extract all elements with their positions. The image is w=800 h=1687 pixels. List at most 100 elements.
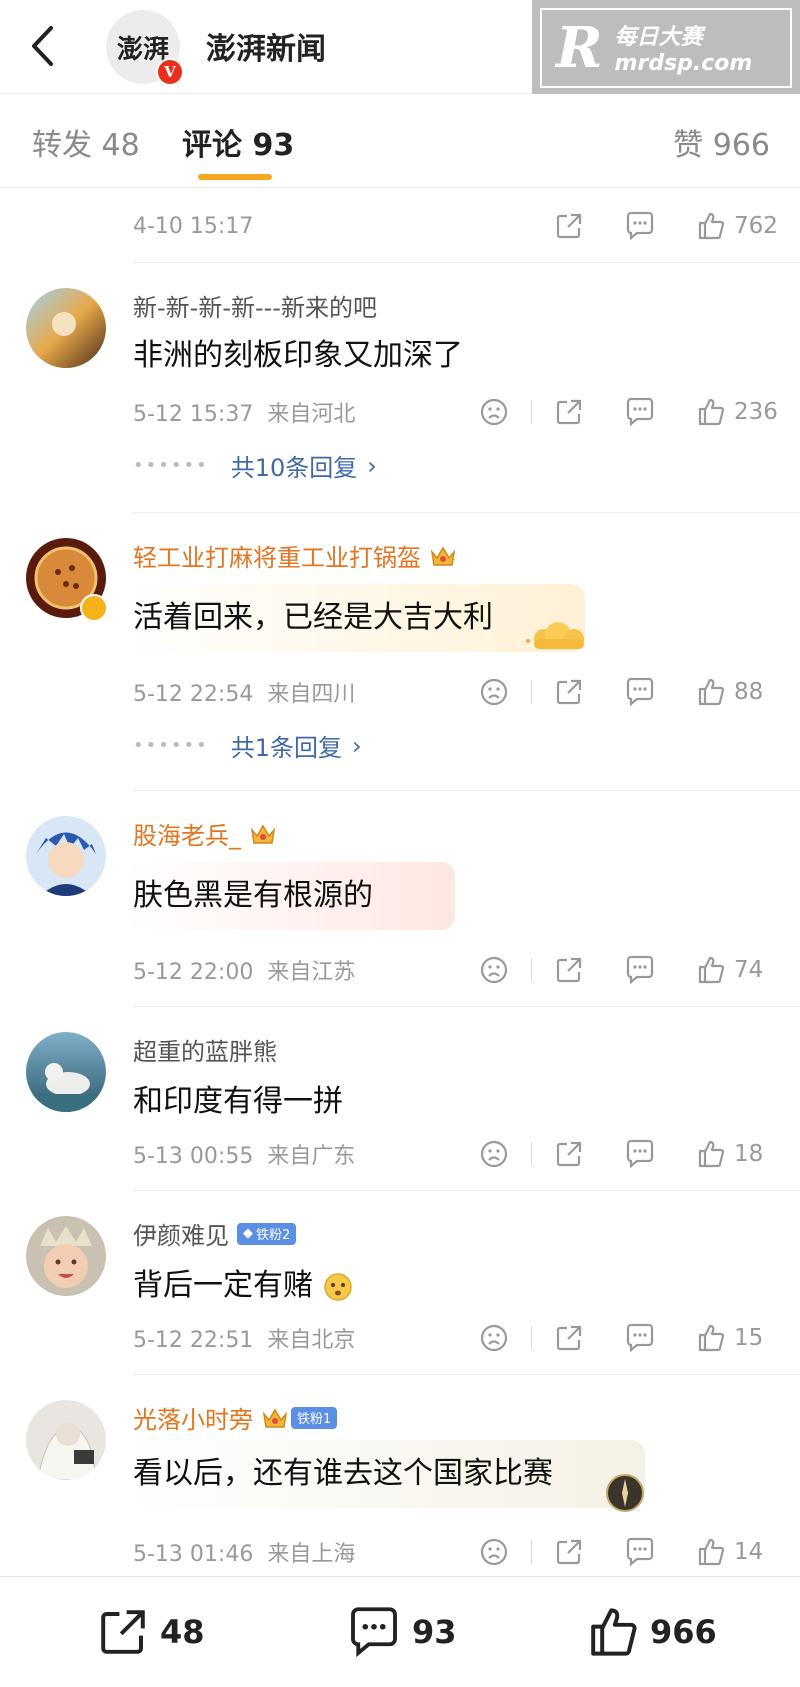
dislike-button[interactable] [479, 1323, 509, 1353]
commenter-avatar[interactable] [26, 1216, 106, 1296]
commenter-avatar[interactable] [26, 1032, 106, 1112]
chevron-right-icon: › [351, 731, 362, 760]
comment-location: 来自河北 [267, 402, 356, 427]
commenter-name[interactable]: 伊颜难见 ◆ 铁粉2 [133, 1216, 297, 1251]
share-icon [556, 1141, 582, 1167]
comment-text: 背后一定有赌 [133, 1256, 359, 1310]
dislike-button[interactable] [479, 677, 509, 707]
frown-face-icon [480, 1324, 508, 1352]
commenter-name[interactable]: 新-新-新-新---新来的吧 [133, 288, 377, 323]
share-button[interactable] [554, 397, 584, 427]
replies-count: 共1条回复 [230, 734, 342, 762]
view-replies-link[interactable]: •••••• 共10条回复 › [133, 448, 377, 483]
commenter-name[interactable]: 超重的蓝胖熊 [133, 1032, 277, 1067]
tab-likes[interactable]: 赞 966 [673, 120, 770, 164]
dots-icon: •••••• [133, 735, 209, 756]
like-count: 236 [734, 399, 778, 425]
replies-count: 共10条回复 [230, 454, 358, 482]
repost-button[interactable]: 48 [96, 1605, 205, 1659]
thumbs-up-icon [591, 1608, 637, 1656]
fan-badge-label: 铁粉2 [256, 1228, 291, 1243]
dislike-button[interactable] [479, 1139, 509, 1169]
comment-icon [626, 1139, 654, 1169]
like-button[interactable]: 14 [696, 1537, 778, 1567]
commenter-avatar[interactable] [26, 288, 106, 368]
like-button[interactable]: 74 [696, 955, 778, 985]
diamond-icon: ◆ [243, 1226, 253, 1241]
reply-button[interactable] [624, 1139, 656, 1169]
reply-button[interactable] [624, 397, 656, 427]
comment-icon [351, 1607, 397, 1658]
share-icon [101, 1610, 145, 1654]
like-count: 762 [734, 213, 778, 239]
comment-timestamp: 5-12 22:00 [133, 960, 254, 985]
share-button[interactable] [554, 955, 584, 985]
comment-icon [626, 677, 654, 707]
view-replies-link[interactable]: •••••• 共1条回复 › [133, 728, 362, 763]
comment-meta-row: 5-12 15:37 来自河北 236 [133, 392, 778, 432]
comment-meta-row: 5-13 00:55 来自广东 18 [133, 1134, 778, 1174]
back-button[interactable] [22, 22, 62, 70]
share-icon [556, 213, 582, 239]
commenter-name[interactable]: 股海老兵_ [133, 816, 277, 851]
tab-reposts[interactable]: 转发 48 [32, 120, 140, 164]
reply-button[interactable] [624, 955, 656, 985]
account-avatar[interactable]: 澎湃 V [106, 10, 184, 86]
comment-text: 肤色黑是有根源的 [133, 878, 373, 913]
commenter-name-text: 伊颜难见 [133, 1222, 229, 1250]
share-button[interactable] [554, 1537, 584, 1567]
like-button[interactable]: 15 [696, 1323, 778, 1353]
share-icon [556, 1539, 582, 1565]
reply-button[interactable] [624, 1537, 656, 1567]
comment-button[interactable]: 93 [346, 1605, 457, 1659]
like-count: 15 [734, 1325, 764, 1351]
commenter-name[interactable]: 光落小时旁 铁粉1 [133, 1400, 338, 1435]
dislike-button[interactable] [479, 1537, 509, 1567]
commenter-name[interactable]: 轻工业打麻将重工业打锅盔 [133, 538, 457, 573]
repost-count: 48 [160, 1613, 205, 1651]
comment-meta-row: 5-12 22:51 来自北京 15 [133, 1318, 778, 1358]
tab-comments[interactable]: 评论 93 [182, 120, 294, 164]
comment-icon [626, 1323, 654, 1353]
like-button[interactable]: 762 [696, 211, 778, 241]
reply-button[interactable] [624, 211, 656, 241]
reply-button[interactable] [624, 677, 656, 707]
like-button[interactable]: 236 [696, 397, 778, 427]
top-bar: 澎湃 V 澎湃新闻 R 每日大赛 mrdsp.com [0, 0, 800, 95]
share-icon [556, 957, 582, 983]
like-post-button[interactable]: 966 [586, 1605, 717, 1659]
commenter-avatar[interactable] [26, 1400, 106, 1480]
share-button[interactable] [554, 211, 584, 241]
frown-face-icon [480, 398, 508, 426]
lucky-cloud-icon [526, 622, 584, 649]
comment-count: 93 [412, 1613, 457, 1651]
account-name[interactable]: 澎湃新闻 [206, 24, 326, 68]
like-count: 18 [734, 1141, 764, 1167]
comment-icon [626, 397, 654, 427]
comment-timestamp: 4-10 15:17 [133, 213, 254, 239]
reply-button[interactable] [624, 1323, 656, 1353]
thumbs-up-icon [698, 212, 725, 240]
divider [133, 790, 800, 791]
share-button[interactable] [554, 1323, 584, 1353]
share-button[interactable] [554, 1139, 584, 1169]
comment-meta-row: 4-10 15:17 762 [133, 206, 778, 246]
nervous-emoji-icon [323, 1272, 352, 1301]
divider [133, 262, 800, 263]
frown-face-icon [480, 1538, 508, 1566]
comment-timestamp: 5-12 15:37 [133, 402, 254, 427]
commenter-avatar[interactable] [26, 816, 106, 896]
comment-timestamp: 5-13 01:46 [133, 1542, 254, 1567]
comment-meta-row: 5-12 22:00 来自江苏 74 [133, 950, 778, 990]
frown-face-icon [480, 678, 508, 706]
comment-icon [626, 1537, 654, 1567]
share-button[interactable] [554, 677, 584, 707]
comment-text-body: 背后一定有赌 [133, 1268, 313, 1303]
post-like-count: 966 [650, 1613, 717, 1651]
like-button[interactable]: 88 [696, 677, 778, 707]
dislike-button[interactable] [479, 397, 509, 427]
comment-icon [626, 955, 654, 985]
dislike-button[interactable] [479, 955, 509, 985]
like-button[interactable]: 18 [696, 1139, 778, 1169]
thumbs-up-icon [698, 678, 725, 706]
